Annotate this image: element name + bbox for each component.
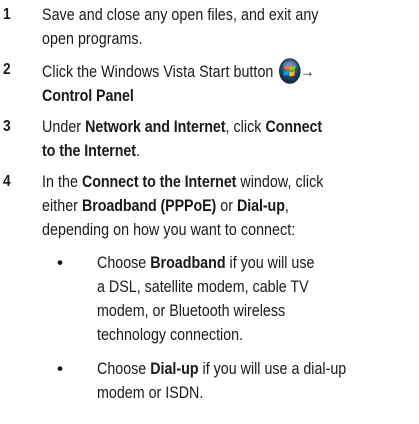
text-run: Choose <box>97 359 151 378</box>
instruction-list: 1 Save and close any open files, and exi… <box>0 0 419 424</box>
arrow-icon: → <box>300 62 315 81</box>
bold-run: Dial-up <box>237 196 285 215</box>
bullet-text: Choose Broadband if you will use a DSL, … <box>97 251 416 347</box>
bold-run: to the Internet <box>42 141 136 160</box>
step-line: open programs. <box>42 29 143 48</box>
step-line: Under Network and Internet, click Connec… <box>42 115 412 139</box>
windows-vista-start-orb-icon <box>278 58 301 84</box>
bullet-line: technology connection. <box>97 325 244 344</box>
step-line: Click the Windows Vista Start button → <box>42 58 412 84</box>
text-run: In the <box>42 172 82 191</box>
bold-run: Network and Internet <box>85 117 226 136</box>
bold-run: Dial-up <box>150 359 199 378</box>
step-line: to the Internet. <box>42 139 412 163</box>
bold-run: Broadband (PPPoE) <box>81 196 217 215</box>
text-run: Choose <box>97 253 151 272</box>
bullet-line: Choose Dial-up if you will use a dial-up <box>97 357 416 381</box>
step-text: Under Network and Internet, click Connec… <box>42 115 412 163</box>
step-line: either Broadband (PPPoE) or Dial-up, <box>42 194 412 218</box>
text-run: , click <box>225 117 266 136</box>
step-number: 1 <box>3 6 11 23</box>
step-text: Save and close any open files, and exit … <box>42 3 412 51</box>
step-line-text: Click the Windows Vista Start button <box>42 62 274 81</box>
bold-run: Broadband <box>150 253 226 272</box>
step-text: Click the Windows Vista Start button → C… <box>42 58 412 108</box>
step-number: 4 <box>3 173 11 190</box>
step-line: depending on how you want to connect: <box>42 220 296 239</box>
step-line: Save and close any open files, and exit … <box>42 5 319 24</box>
step-line: In the Connect to the Internet window, c… <box>42 170 412 194</box>
text-run: window, click <box>236 172 324 191</box>
bullet-text: Choose Dial-up if you will use a dial-up… <box>97 357 416 405</box>
bold-run: Connect to the Internet <box>81 172 237 191</box>
bullet-line: Choose Broadband if you will use <box>97 251 416 275</box>
text-run: either <box>42 196 82 215</box>
bold-run: Connect <box>265 117 323 136</box>
text-run: if you will use a dial-up <box>198 359 347 378</box>
bullet-symbol: • <box>57 359 63 378</box>
bullet-line: modem, or Bluetooth wireless <box>97 301 286 320</box>
text-run: or <box>216 196 238 215</box>
step-text: In the Connect to the Internet window, c… <box>42 170 412 242</box>
text-run: Under <box>42 117 86 136</box>
bullet-line: a DSL, satellite modem, cable TV <box>97 277 309 296</box>
text-run: , <box>284 196 289 215</box>
text-run: . <box>135 141 140 160</box>
step-number: 3 <box>3 118 11 135</box>
bullet-symbol: • <box>57 253 63 272</box>
step-number: 2 <box>3 61 11 78</box>
text-run: if you will use <box>225 253 315 272</box>
step-line-bold: Control Panel <box>42 86 134 105</box>
bullet-line: modem or ISDN. <box>97 383 204 402</box>
